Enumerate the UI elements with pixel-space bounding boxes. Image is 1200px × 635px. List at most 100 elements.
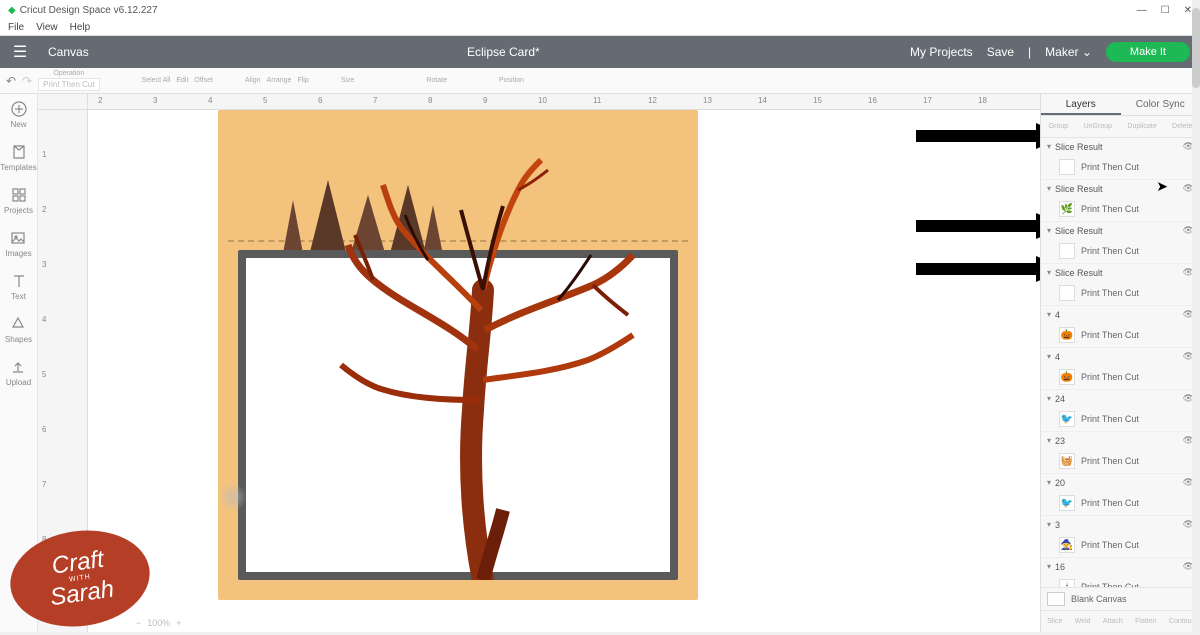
align-button[interactable]: Align	[245, 77, 261, 84]
layer-group[interactable]: ▾Slice Result👁Print Then Cut	[1041, 222, 1200, 264]
caret-down-icon: ▾	[1047, 142, 1051, 151]
my-projects-link[interactable]: My Projects	[910, 45, 973, 59]
annotation-arrow	[916, 123, 1040, 149]
templates-icon	[10, 143, 28, 161]
select-all-button[interactable]: Select All	[142, 77, 171, 84]
layer-item[interactable]: Print Then Cut	[1041, 155, 1200, 179]
app-title: Cricut Design Space v6.12.227	[20, 5, 158, 16]
right-panel: Layers Color Sync Group UnGroup Duplicat…	[1040, 94, 1200, 632]
make-it-button[interactable]: Make It	[1106, 42, 1190, 62]
footer-attach[interactable]: Attach	[1103, 618, 1123, 625]
layer-group[interactable]: ▾4👁🎃Print Then Cut	[1041, 306, 1200, 348]
caret-down-icon: ▾	[1047, 226, 1051, 235]
project-title[interactable]: Eclipse Card*	[97, 45, 910, 59]
edit-toolbar: ↶ ↷ OperationPrint Then Cut Select All E…	[0, 68, 1200, 94]
layer-thumb: 🧙	[1059, 537, 1075, 553]
layer-thumb: 🐦	[1059, 495, 1075, 511]
menu-file[interactable]: File	[8, 22, 24, 33]
images-icon	[9, 229, 27, 247]
layer-op: Print Then Cut	[1081, 330, 1139, 340]
tree-image[interactable]	[333, 150, 643, 580]
layer-op: Print Then Cut	[1081, 414, 1139, 424]
op-duplicate[interactable]: Duplicate	[1127, 123, 1156, 130]
layer-item[interactable]: 🎃 Print Then Cut	[1041, 323, 1200, 347]
footer-contour[interactable]: Contour	[1169, 618, 1194, 625]
undo-button[interactable]: ↶	[6, 74, 16, 88]
sidebar-item-text[interactable]: Text	[10, 272, 28, 301]
titlebar: ◆ Cricut Design Space v6.12.227 — ☐ ✕	[0, 0, 1200, 20]
op-ungroup[interactable]: UnGroup	[1084, 123, 1112, 130]
menubar: File View Help	[0, 20, 1200, 36]
zoom-control[interactable]: −100%+	[136, 618, 182, 628]
caret-down-icon: ▾	[1047, 394, 1051, 403]
tab-layers[interactable]: Layers	[1041, 94, 1121, 115]
layer-item[interactable]: 🎃Print Then Cut	[1041, 365, 1200, 389]
layer-group[interactable]: ▾Slice Result👁Print Then Cut	[1041, 264, 1200, 306]
menu-view[interactable]: View	[36, 22, 58, 33]
layer-item[interactable]: 🌿Print Then Cut	[1041, 197, 1200, 221]
sidebar-item-images[interactable]: Images	[5, 229, 31, 258]
layer-item[interactable]: 🕯Print Then Cut	[1041, 575, 1200, 587]
layer-item[interactable]: Print Then Cut	[1041, 281, 1200, 305]
footer-weld[interactable]: Weld	[1075, 618, 1091, 625]
arrange-button[interactable]: Arrange	[267, 77, 292, 84]
layer-group[interactable]: ▾24👁🐦Print Then Cut	[1041, 390, 1200, 432]
layer-item[interactable]: 🐦Print Then Cut	[1041, 491, 1200, 515]
hamburger-menu-icon[interactable]: ☰	[0, 42, 40, 62]
layer-group[interactable]: ▾3👁🧙Print Then Cut	[1041, 516, 1200, 558]
operation-select[interactable]: Print Then Cut	[38, 78, 99, 91]
layer-thumb: 🎃	[1059, 327, 1075, 343]
layer-group[interactable]: ▾20👁🐦Print Then Cut	[1041, 474, 1200, 516]
layer-name: 20	[1055, 478, 1065, 488]
footer-flatten[interactable]: Flatten	[1135, 618, 1156, 625]
layer-item[interactable]: Print Then Cut	[1041, 239, 1200, 263]
save-link[interactable]: Save	[987, 45, 1014, 59]
flip-button[interactable]: Flip	[297, 77, 308, 84]
redo-button[interactable]: ↷	[22, 74, 32, 88]
layer-op: Print Then Cut	[1081, 288, 1139, 298]
layer-group[interactable]: ▾23👁🧺Print Then Cut	[1041, 432, 1200, 474]
layer-item[interactable]: 🧙Print Then Cut	[1041, 533, 1200, 557]
main: New Templates Projects Images Text Shape…	[0, 94, 1200, 632]
caret-down-icon: ▾	[1047, 436, 1051, 445]
scrollbar[interactable]	[1192, 138, 1200, 587]
tab-color-sync[interactable]: Color Sync	[1121, 94, 1200, 115]
layer-op: Print Then Cut	[1081, 162, 1139, 172]
edit-button[interactable]: Edit	[176, 77, 188, 84]
op-group[interactable]: Group	[1049, 123, 1068, 130]
layer-thumb: 🎃	[1059, 369, 1075, 385]
canvas-area[interactable]: −100%+	[88, 110, 1040, 632]
sidebar-item-shapes[interactable]: Shapes	[5, 315, 32, 344]
blank-canvas-row[interactable]: Blank Canvas	[1041, 587, 1200, 610]
ruler-corner	[38, 94, 88, 110]
layer-name: Slice Result	[1055, 142, 1103, 152]
cursor-icon: ➤	[1156, 178, 1168, 195]
chevron-down-icon: ⌄	[1082, 45, 1092, 59]
layer-name: 3	[1055, 520, 1060, 530]
layer-item[interactable]: 🐦 Print Then Cut	[1041, 407, 1200, 431]
window-close-button[interactable]: ✕	[1184, 5, 1192, 16]
footer-slice[interactable]: Slice	[1047, 618, 1062, 625]
sidebar-item-upload[interactable]: Upload	[6, 358, 31, 387]
window-minimize-button[interactable]: —	[1137, 5, 1147, 16]
machine-selector[interactable]: Maker ⌄	[1045, 45, 1092, 59]
layer-item[interactable]: 🧺Print Then Cut	[1041, 449, 1200, 473]
op-delete[interactable]: Delete	[1172, 123, 1192, 130]
blank-swatch	[1047, 592, 1065, 606]
window-maximize-button[interactable]: ☐	[1161, 5, 1170, 16]
caret-down-icon: ▾	[1047, 184, 1051, 193]
sidebar-item-templates[interactable]: Templates	[0, 143, 36, 172]
layer-op: Print Then Cut	[1081, 204, 1139, 214]
layer-thumb: 🐦	[1059, 411, 1075, 427]
caret-down-icon: ▾	[1047, 352, 1051, 361]
layer-group[interactable]: ▾16👁🕯Print Then Cut	[1041, 558, 1200, 587]
menu-help[interactable]: Help	[70, 22, 91, 33]
canvas-label: Canvas	[40, 45, 97, 59]
layer-group[interactable]: ▾4👁🎃Print Then Cut	[1041, 348, 1200, 390]
layer-group[interactable]: ▾Slice Result👁Print Then Cut	[1041, 138, 1200, 180]
position-label: Position	[499, 77, 524, 84]
sidebar-item-projects[interactable]: Projects	[4, 186, 33, 215]
offset-button[interactable]: Offset	[194, 77, 213, 84]
layer-group[interactable]: ▾Slice Result👁🌿Print Then Cut	[1041, 180, 1200, 222]
sidebar-item-new[interactable]: New	[10, 100, 28, 129]
